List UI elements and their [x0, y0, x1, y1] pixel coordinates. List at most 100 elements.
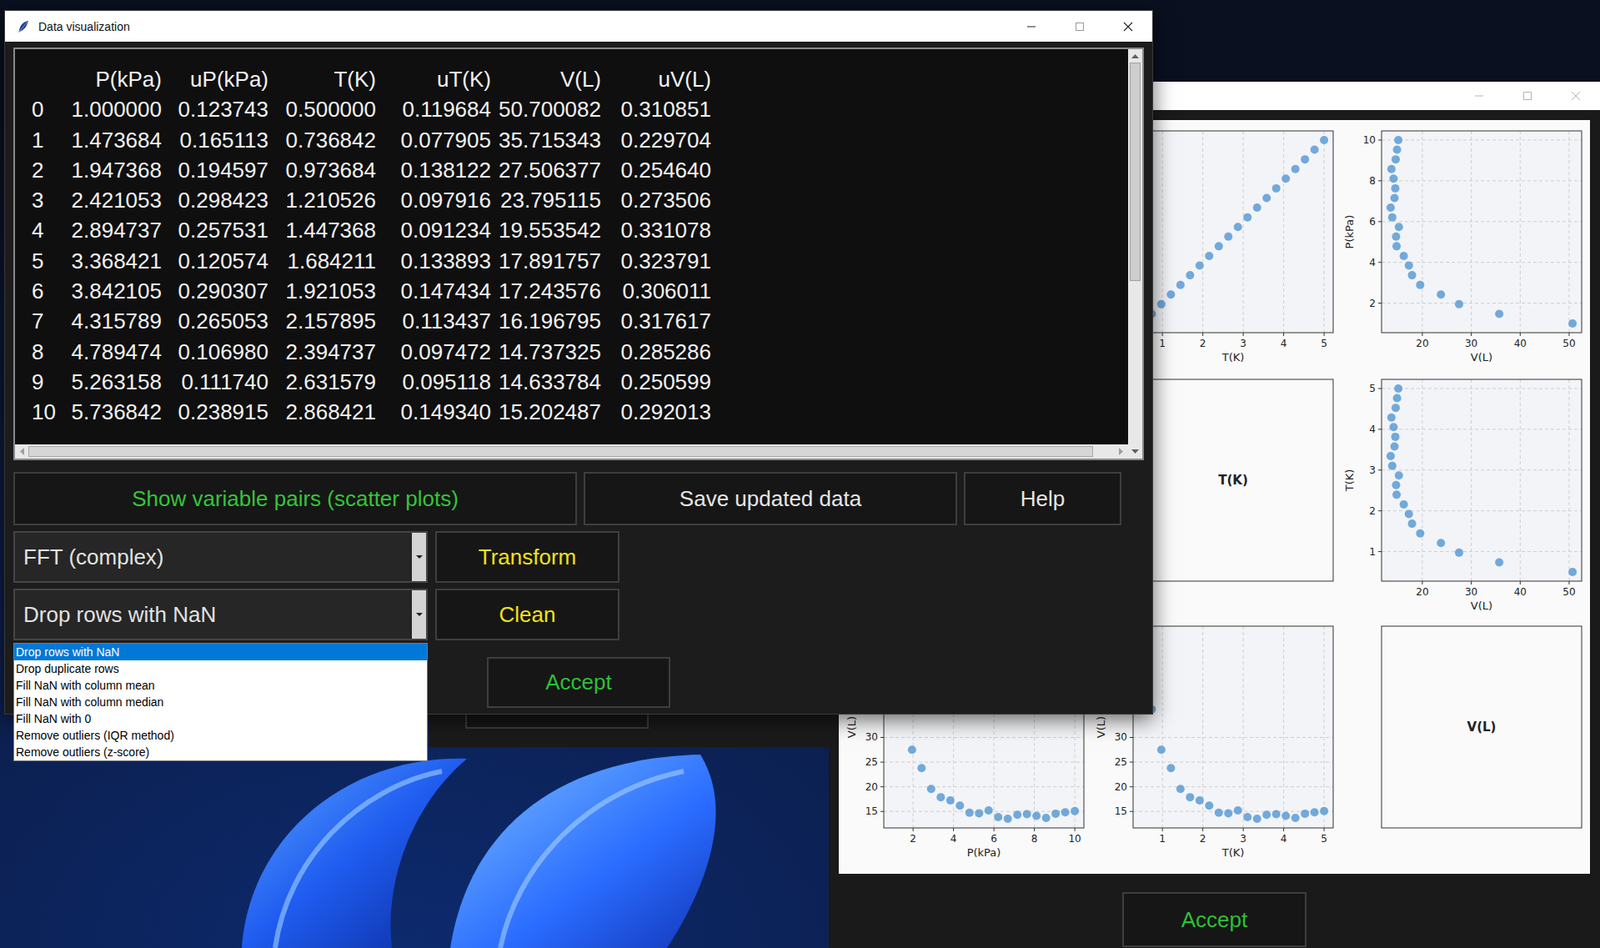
transform-select[interactable]: FFT (complex) — [13, 531, 428, 583]
scroll-thumb[interactable] — [1129, 62, 1141, 281]
y-tick-label: 20 — [865, 781, 878, 793]
table-cell: 0.165113 — [161, 125, 269, 156]
vertical-scrollbar[interactable] — [1128, 49, 1143, 459]
table-row: 3 2.4210530.2984231.2105260.09791623.795… — [31, 185, 1129, 216]
action-button[interactable]: Show variable pairs (scatter plots) — [13, 471, 577, 526]
variable-label: T(K) — [1218, 472, 1249, 488]
data-point — [993, 812, 1003, 822]
close-button[interactable] — [1103, 10, 1153, 42]
data-point — [974, 808, 984, 818]
x-tick-label: 2 — [1199, 337, 1207, 350]
dropdown-option[interactable]: Remove outliers (IQR method) — [14, 727, 427, 744]
data-point — [955, 801, 964, 810]
data-point — [1399, 500, 1409, 509]
dropdown-option[interactable]: Remove outliers (z-score) — [14, 743, 427, 761]
table-row: 1 1.4736840.1651130.7368420.07790535.715… — [31, 125, 1129, 156]
clean-button[interactable]: Clean — [435, 588, 620, 641]
x-tick-label: 40 — [1514, 586, 1527, 598]
data-point — [1319, 135, 1329, 145]
table-cell: 0.097916 — [376, 185, 492, 216]
data-point — [1157, 745, 1166, 754]
desktop: 12345T(K)20304050246810V(L)P(kPa)T(K)203… — [0, 0, 1600, 948]
data-point — [1300, 155, 1310, 164]
axes-frame — [1381, 379, 1582, 582]
arrow-right-icon — [1114, 445, 1128, 458]
maximize-button[interactable] — [1503, 81, 1552, 111]
data-point — [1243, 213, 1252, 222]
table-row: 6 3.8421050.2903071.9210530.14743417.243… — [31, 275, 1129, 306]
table-cell: 4.789474 — [65, 336, 162, 367]
accept-button[interactable]: Accept — [1122, 892, 1307, 948]
minimize-button[interactable] — [1454, 81, 1504, 111]
y-tick-label: 3 — [1369, 464, 1376, 477]
y-tick-label: 25 — [865, 756, 878, 768]
table-cell: 0.285286 — [601, 336, 712, 367]
data-point — [1195, 796, 1204, 805]
table-cell: 2.157895 — [268, 305, 377, 337]
dropdown-option[interactable]: Fill NaN with column median — [14, 693, 427, 711]
table-cell: 1.000000 — [65, 94, 162, 125]
column-header: uV(L) — [601, 64, 712, 95]
table-row: 8 4.7894740.1069802.3947370.09747214.737… — [31, 336, 1129, 367]
table-cell: 0.120574 — [161, 245, 269, 276]
table-cell: 0.238915 — [161, 396, 269, 427]
table-cell: 0.292013 — [601, 396, 712, 427]
feather-icon — [16, 20, 31, 34]
data-point — [1253, 203, 1262, 212]
table-cell: 2.631579 — [268, 366, 377, 397]
data-point — [1272, 809, 1281, 818]
table-cell: 0.111740 — [161, 366, 269, 397]
data-point — [1204, 251, 1214, 261]
transform-button[interactable]: Transform — [435, 531, 620, 583]
data-point — [1281, 174, 1290, 183]
accept-button[interactable]: Accept — [486, 657, 671, 708]
y-tick-label: 4 — [1369, 423, 1376, 436]
data-point — [1291, 165, 1300, 174]
horizontal-scrollbar[interactable] — [15, 444, 1129, 459]
arrow-left-icon — [15, 445, 29, 458]
dropdown-option[interactable]: Fill NaN with column mean — [14, 677, 427, 694]
data-text-view[interactable]: P(kPa)uP(kPa)T(K)uT(K)V(L)uV(L) 0 1.0000… — [13, 47, 1144, 461]
data-point — [1233, 222, 1243, 231]
scroll-thumb[interactable] — [28, 446, 1094, 457]
x-tick-label: 6 — [990, 832, 998, 845]
action-button[interactable]: Help — [963, 471, 1122, 526]
clean-select[interactable]: Drop rows with NaN — [13, 588, 428, 641]
table-cell: 35.715343 — [491, 125, 602, 156]
data-point — [1185, 270, 1194, 280]
data-point — [1454, 548, 1464, 557]
x-axis-label: P(kPa) — [967, 846, 1002, 859]
table-cell: 0.091234 — [376, 215, 492, 246]
table-row: 10 5.7368420.2389152.8684210.14934015.20… — [31, 396, 1129, 427]
action-button[interactable]: Save updated data — [583, 471, 958, 526]
data-point — [1272, 184, 1281, 193]
table-cell: 0.106980 — [161, 336, 269, 367]
table-cell: 0.306011 — [601, 275, 712, 306]
table-cell: 0.149340 — [376, 396, 492, 427]
dropdown-option[interactable]: Drop duplicate rows — [14, 660, 427, 678]
table-cell: 17.891757 — [491, 245, 602, 276]
dropdown-option[interactable]: Drop rows with NaN — [14, 643, 427, 661]
table-cell: 0.123743 — [161, 94, 269, 125]
close-button[interactable] — [1551, 81, 1600, 111]
y-axis-label: V(L) — [845, 716, 858, 738]
maximize-button[interactable] — [1055, 10, 1104, 42]
x-tick-label: 1 — [1158, 337, 1166, 350]
data-point — [1454, 300, 1464, 309]
y-tick-label: 2 — [1369, 297, 1376, 310]
data-point — [1391, 232, 1400, 241]
column-header: V(L) — [491, 64, 602, 95]
data-point — [1157, 300, 1166, 309]
table-cell: 2.421053 — [65, 185, 162, 216]
dropdown-option[interactable]: Fill NaN with 0 — [14, 710, 427, 728]
dropdown-arrow-icon — [414, 551, 425, 562]
table-cell: 0.298423 — [161, 185, 269, 216]
y-tick-label: 6 — [1369, 215, 1376, 228]
y-tick-label: 30 — [1114, 731, 1128, 743]
data-point — [1310, 145, 1320, 155]
table-cell: 5.736842 — [65, 396, 162, 427]
x-tick-label: 4 — [950, 832, 958, 845]
data-point — [1415, 280, 1425, 290]
diagonal-cell: V(L) — [1381, 626, 1582, 828]
minimize-button[interactable] — [1007, 10, 1056, 42]
